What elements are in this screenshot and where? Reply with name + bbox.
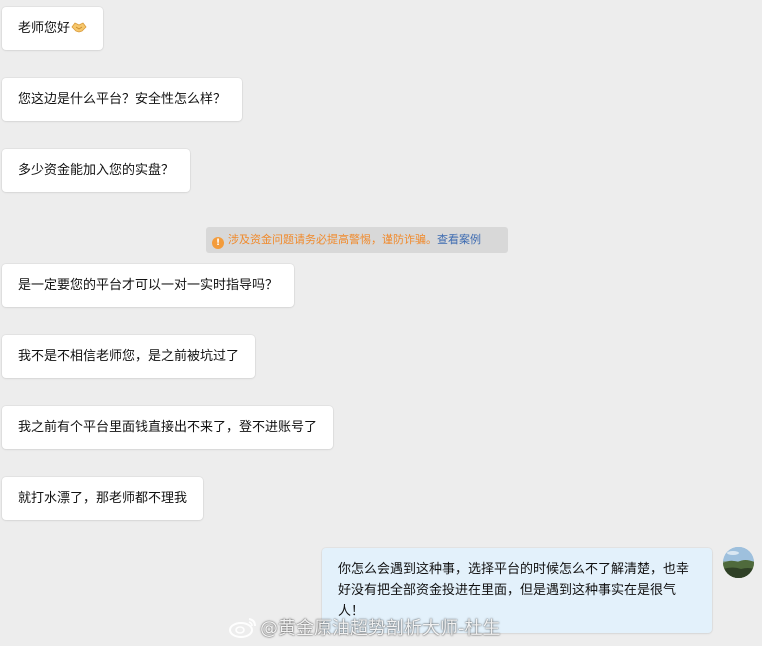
message-bubble[interactable]: 多少资金能加入您的实盘？ <box>2 149 191 192</box>
message-text: 你怎么会遇到这种事，选择平台的时候怎么不了解清楚，也幸好没有把全部资金投进在里面… <box>338 562 690 619</box>
message-bubble[interactable]: 老师您好 <box>2 7 104 50</box>
message-bubble[interactable]: 就打水漂了，那老师都不理我 <box>2 477 204 520</box>
message-text: 我不是不相信老师您，是之前被坑过了 <box>18 349 240 364</box>
info-icon: ! <box>212 237 224 249</box>
message-text: 多少资金能加入您的实盘？ <box>18 163 175 178</box>
message-text: 是一定要您的平台才可以一对一实时指导吗？ <box>18 278 279 293</box>
message-bubble[interactable]: 我不是不相信老师您，是之前被坑过了 <box>2 335 256 378</box>
message-text: 我之前有个平台里面钱直接出不来了，登不进账号了 <box>18 420 318 435</box>
message-text: 就打水漂了，那老师都不理我 <box>18 491 188 506</box>
weibo-watermark: @黄金原油超势剖析大师-杜生 <box>228 612 501 642</box>
avatar[interactable] <box>723 547 754 578</box>
weibo-icon <box>229 618 256 638</box>
security-notice: ! 涉及资金问题请务必提高警惕，谨防诈骗。查看案例 <box>206 227 508 253</box>
message-text: 老师您好 <box>18 21 71 36</box>
message-bubble[interactable]: 是一定要您的平台才可以一对一实时指导吗？ <box>2 264 295 307</box>
message-text: 您这边是什么平台？安全性怎么样？ <box>18 92 227 107</box>
chat-area: 老师您好 您这边是什么平台？安全性怎么样？ 多少资金能加入您的实盘？ ! 涉及资金… <box>0 0 762 646</box>
handshake-emoji-icon <box>71 19 87 33</box>
message-bubble[interactable]: 我之前有个平台里面钱直接出不来了，登不进账号了 <box>2 406 334 449</box>
view-cases-link[interactable]: 查看案例 <box>437 233 481 246</box>
message-bubble[interactable]: 您这边是什么平台？安全性怎么样？ <box>2 78 243 121</box>
notice-text: 涉及资金问题请务必提高警惕，谨防诈骗。 <box>228 233 437 246</box>
watermark-text: @黄金原油超势剖析大师-杜生 <box>260 618 501 639</box>
